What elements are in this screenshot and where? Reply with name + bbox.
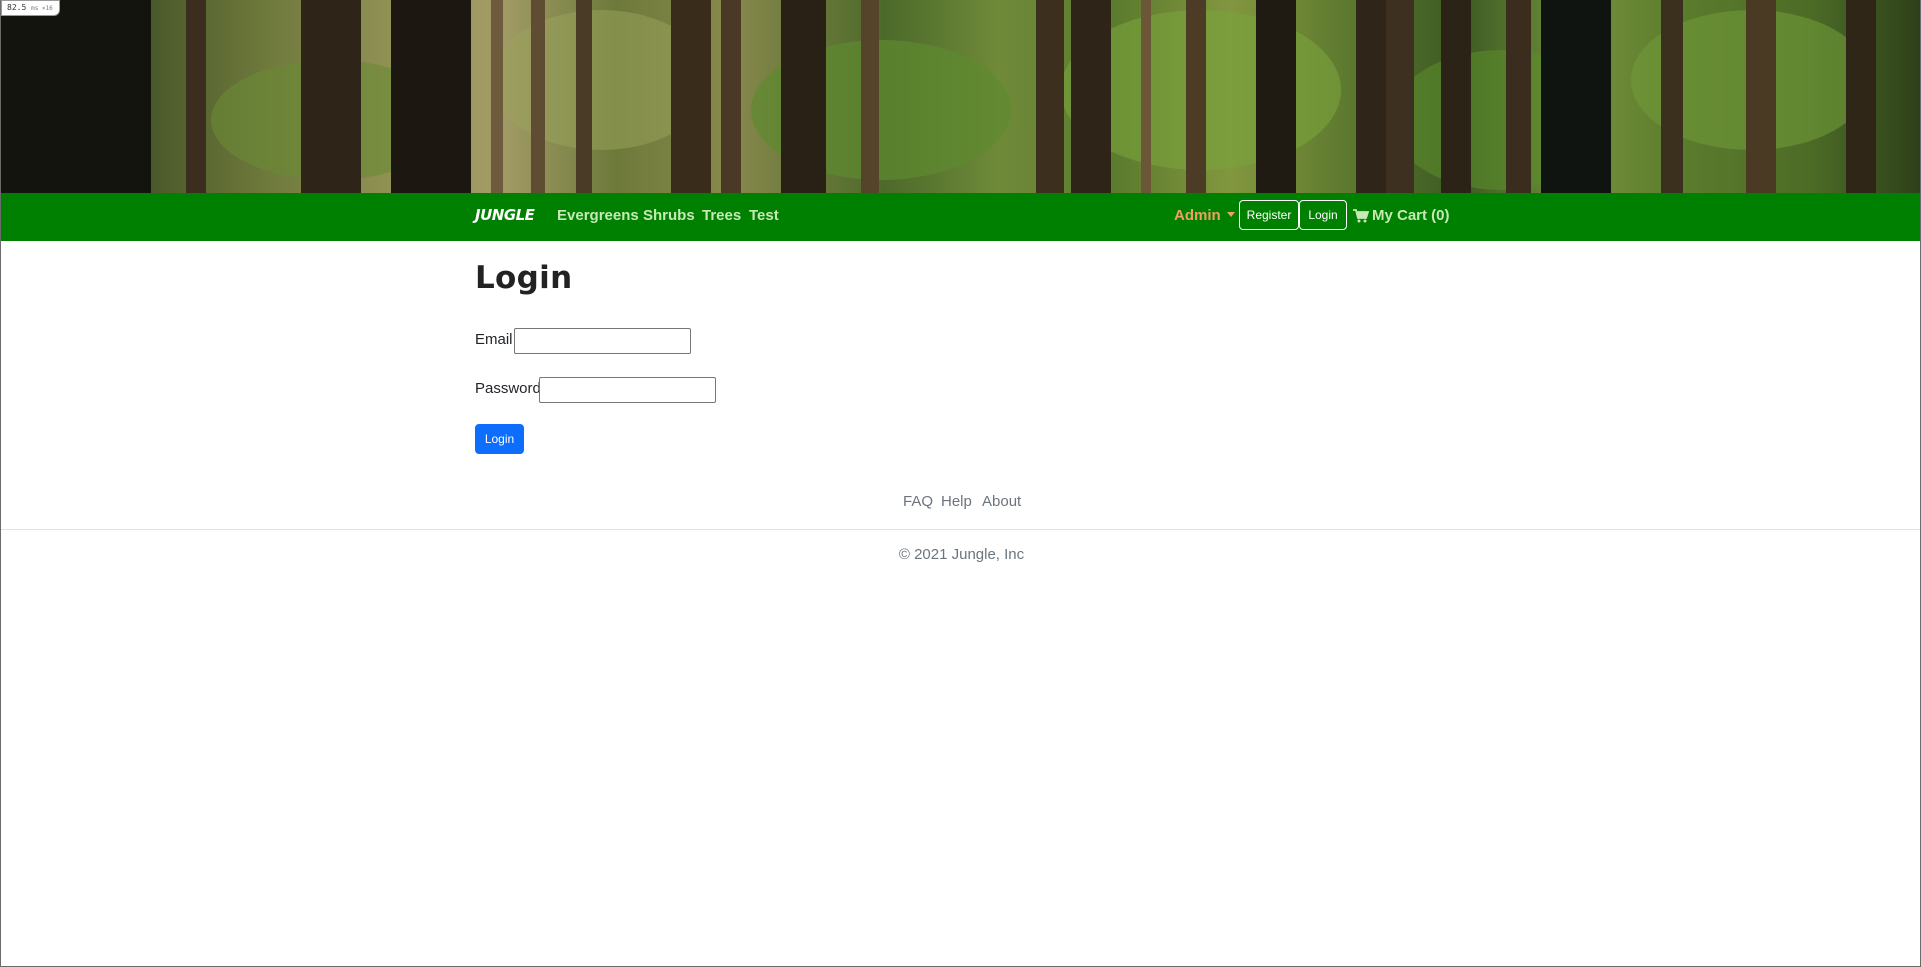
- perf-badge: 82.5 ms ×16: [1, 0, 60, 16]
- footer-link-about[interactable]: About: [982, 493, 1021, 510]
- login-submit-button[interactable]: Login: [475, 424, 524, 454]
- page-title: Login: [475, 260, 573, 296]
- hero-banner-forest-image: [1, 0, 1920, 193]
- footer-divider: [1, 529, 1920, 530]
- shopping-cart-icon: [1353, 208, 1369, 222]
- top-navbar: JUNGLE Evergreens Shrubs Trees Test Admi…: [1, 193, 1920, 241]
- copyright-text: © 2021 Jungle, Inc: [898, 546, 1025, 563]
- email-label: Email: [475, 331, 513, 348]
- nav-link-shrubs[interactable]: Shrubs: [643, 207, 695, 224]
- brand-logo[interactable]: JUNGLE: [475, 206, 535, 224]
- my-cart-link[interactable]: My Cart (0): [1353, 207, 1450, 224]
- login-nav-button[interactable]: Login: [1299, 200, 1347, 230]
- register-button[interactable]: Register: [1239, 200, 1299, 230]
- caret-down-icon: [1226, 212, 1235, 217]
- password-label: Password: [475, 380, 541, 397]
- perf-unit: ms ×16: [31, 5, 53, 12]
- footer-link-help[interactable]: Help: [941, 493, 972, 510]
- password-field[interactable]: [539, 377, 716, 403]
- nav-link-evergreens[interactable]: Evergreens: [557, 207, 639, 224]
- nav-link-trees[interactable]: Trees: [702, 207, 741, 224]
- admin-dropdown[interactable]: Admin: [1174, 207, 1235, 224]
- forest-illustration: [1, 0, 1876, 193]
- cart-label: My Cart (0): [1372, 207, 1450, 224]
- admin-label: Admin: [1174, 207, 1221, 224]
- page-frame: 82.5 ms ×16 JUNGLE Evergreens Shrubs Tre…: [0, 0, 1921, 967]
- footer-link-faq[interactable]: FAQ: [903, 493, 933, 510]
- nav-link-test[interactable]: Test: [749, 207, 779, 224]
- email-field[interactable]: [514, 328, 691, 354]
- perf-value: 82.5: [7, 3, 27, 12]
